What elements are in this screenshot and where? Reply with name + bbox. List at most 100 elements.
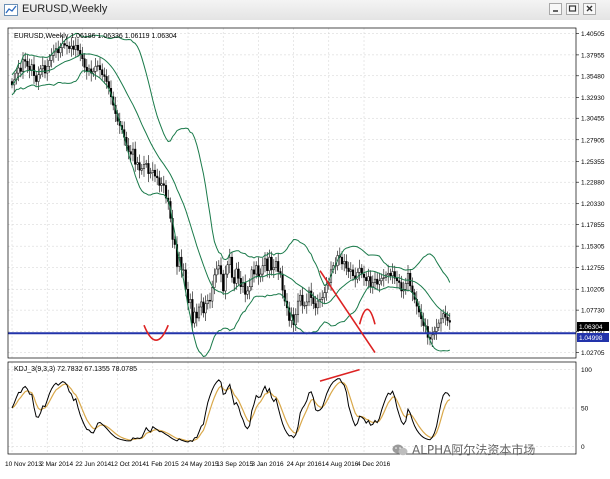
candle-body: [277, 261, 280, 272]
candle-body: [367, 276, 370, 282]
candle-body: [371, 282, 374, 287]
candle-body: [85, 66, 88, 72]
candle-body: [349, 269, 352, 272]
y-tick-label: 1.27905: [581, 137, 605, 144]
candle-body: [362, 273, 366, 278]
candle-body: [252, 269, 256, 275]
maximize-icon: [568, 5, 577, 12]
candle-body: [50, 55, 53, 61]
candle-body: [162, 183, 165, 186]
candle-body: [59, 47, 62, 54]
y-tick-label: 1.07730: [581, 308, 605, 315]
candle-body: [195, 311, 198, 319]
x-tick-label: 22 Jun 2014: [75, 461, 111, 468]
candle-body: [222, 273, 225, 292]
candle-body: [343, 261, 346, 265]
candle-body: [43, 65, 47, 74]
y-tick-label: 1.02705: [581, 350, 605, 357]
candle-body: [96, 65, 99, 67]
x-tick-label: 2 Mar 2014: [40, 461, 73, 468]
candle-body: [435, 327, 438, 332]
candle-body: [92, 71, 95, 74]
candle-body: [259, 273, 262, 277]
maximize-button[interactable]: [566, 3, 579, 15]
candle-body: [197, 306, 201, 319]
candle-body: [272, 267, 275, 271]
candle-body: [268, 256, 271, 271]
chart-area: 1.40505 1.37955 1.35480 1.32930 1.30455 1.279…: [0, 20, 610, 479]
candle-body: [404, 283, 407, 290]
y-tick-label: 1.32930: [581, 95, 605, 102]
candle-body: [444, 313, 447, 318]
support-price-label: 1.04998: [579, 335, 603, 342]
candle-body: [19, 67, 22, 72]
close-button[interactable]: [583, 3, 596, 15]
candle-body: [237, 268, 240, 279]
window-titlebar[interactable]: EURUSD,Weekly: [0, 0, 610, 21]
candle-body: [131, 148, 135, 155]
candle-body: [233, 277, 236, 284]
candle-body: [37, 74, 40, 82]
candle-body: [142, 164, 146, 169]
candle-body: [378, 280, 381, 285]
kdj-tick-label: 0: [581, 444, 585, 451]
y-tick-label: 1.35480: [581, 73, 605, 80]
candle-body: [208, 299, 212, 302]
candle-body: [389, 272, 392, 277]
window-title: EURUSD,Weekly: [22, 3, 108, 15]
candle-body: [270, 256, 273, 271]
candle-body: [439, 318, 443, 324]
candle-body: [365, 277, 368, 282]
wechat-icon: [392, 444, 408, 455]
x-tick-label: 13 Sep 2015: [216, 461, 253, 468]
candle-body: [136, 162, 139, 165]
chart-window-icon: [4, 4, 18, 16]
candle-body: [41, 65, 44, 70]
candle-body: [17, 67, 20, 74]
candle-body: [211, 287, 214, 302]
candle-body: [94, 66, 97, 72]
y-tick-label: 1.15305: [581, 244, 605, 251]
candle-body: [105, 76, 108, 82]
candle-body: [437, 322, 440, 328]
candle-body: [24, 59, 27, 62]
candle-body: [305, 301, 308, 306]
candle-body: [217, 265, 220, 270]
candle-body: [219, 265, 223, 275]
candle-body: [369, 276, 372, 287]
candle-body: [191, 299, 194, 324]
candle-body: [257, 265, 260, 277]
candle-body: [79, 50, 82, 55]
x-tick-label: 14 Aug 2016: [322, 461, 359, 468]
candle-body: [373, 278, 377, 283]
candle-body: [35, 75, 38, 82]
candle-body: [74, 44, 77, 50]
candle-body: [76, 44, 80, 51]
candle-body: [189, 299, 192, 304]
candle-body: [206, 299, 209, 304]
candle-body: [345, 261, 348, 269]
candle-body: [134, 148, 137, 165]
candle-body: [442, 313, 445, 320]
candle-body: [301, 294, 304, 306]
candle-body: [314, 303, 317, 309]
candle-body: [296, 300, 300, 315]
y-tick-label: 1.17855: [581, 222, 605, 229]
candle-body: [395, 278, 399, 282]
candle-body: [215, 268, 218, 276]
y-tick-label: 1.30455: [581, 116, 605, 123]
x-tick-label: 10 Nov 2013: [5, 461, 42, 468]
candle-body: [387, 272, 390, 276]
candle-body: [230, 256, 234, 278]
candle-body: [48, 60, 51, 67]
y-tick-label: 1.40505: [581, 31, 605, 38]
candle-body: [358, 267, 361, 273]
candle-body: [151, 169, 154, 173]
candle-body: [28, 66, 31, 71]
candle-body: [68, 45, 71, 49]
kdj-tick-label: 100: [581, 367, 592, 374]
candle-body: [226, 264, 229, 275]
x-tick-label: 4 Dec 2016: [357, 461, 391, 468]
minimize-button[interactable]: [549, 3, 562, 15]
candle-body: [325, 284, 328, 293]
